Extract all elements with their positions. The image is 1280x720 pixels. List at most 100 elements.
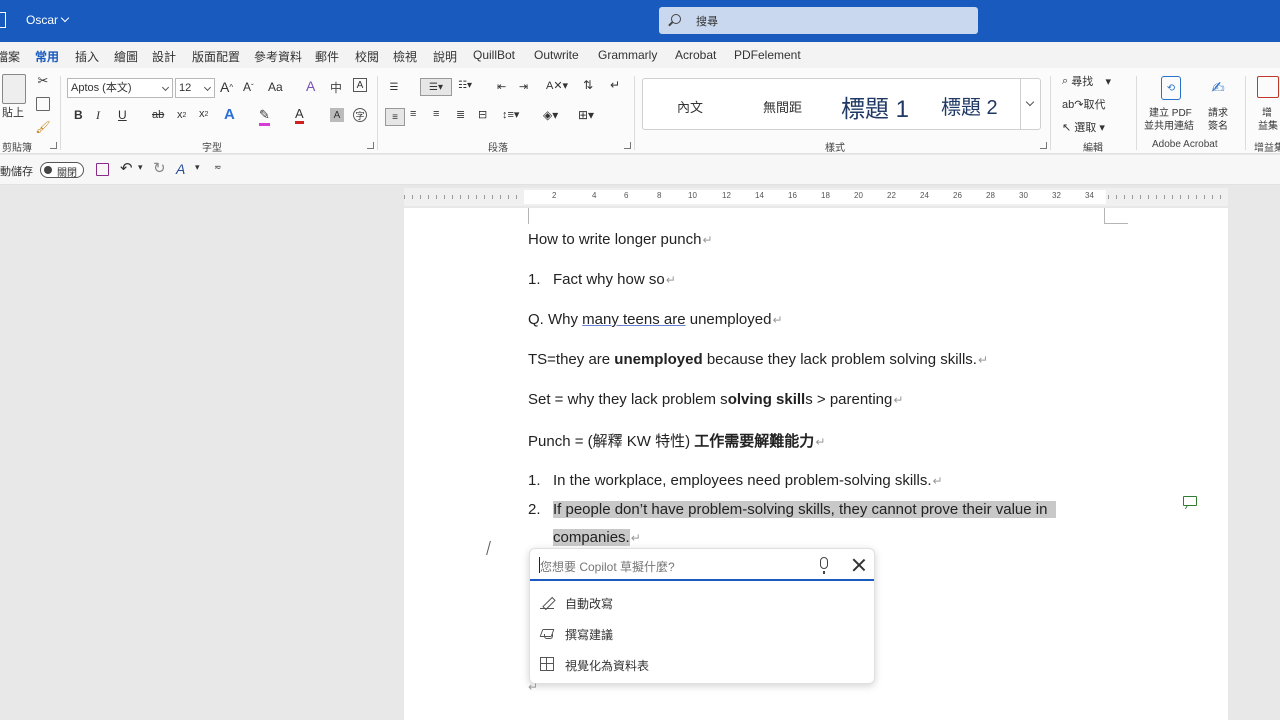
copilot-option-writing-suggestions[interactable]: 撰寫建議 [530,618,874,648]
doc-list-item[interactable]: Fact why how so↵ [553,271,676,288]
styles-more-button[interactable] [1020,79,1040,129]
align-right-icon[interactable]: ≡ [433,108,439,120]
editor-dropdown-icon[interactable]: ▾ [195,162,200,173]
clear-formatting-icon[interactable]: A [306,78,315,94]
font-color-icon[interactable]: A [295,106,304,124]
grow-font-icon[interactable]: A ^ [220,79,233,95]
redo-icon[interactable]: ↻ [153,159,166,177]
align-left-icon[interactable]: ≡ [385,108,405,126]
underline-icon[interactable]: U [118,108,127,122]
tab-references[interactable]: 參考資料 [254,48,302,65]
styles-launcher-icon[interactable] [1040,142,1047,149]
tab-file[interactable]: 檔案 [0,48,20,65]
tab-quillbot[interactable]: QuillBot [473,48,515,62]
distributed-icon[interactable]: ⊟ [478,108,487,121]
tab-review[interactable]: 校閱 [355,48,379,65]
tab-grammarly[interactable]: Grammarly [598,48,657,62]
close-icon[interactable] [852,558,866,572]
show-paragraph-marks-icon[interactable]: ↵ [610,78,620,92]
doc-question[interactable]: Q. Why many teens are unemployed↵ [528,311,783,328]
decrease-indent-icon[interactable]: ⇤ [497,80,506,93]
doc-list-item[interactable]: In the workplace, employees need problem… [553,472,943,489]
tab-layout[interactable]: 版面配置 [192,48,240,65]
select-button[interactable]: ↖ 選取 ▾ [1062,119,1105,135]
increase-indent-icon[interactable]: ⇥ [519,80,528,93]
request-signature-icon[interactable]: ✍ [1205,76,1231,100]
app-menu-icon[interactable] [0,12,6,28]
character-shading-icon[interactable]: A [330,108,344,122]
style-no-spacing[interactable]: 無間距 [763,97,802,116]
save-icon[interactable] [96,163,109,176]
italic-icon[interactable]: I [96,108,100,123]
paste-button-label[interactable]: 貼上 [2,104,24,120]
microphone-icon[interactable] [820,557,828,574]
doc-heading[interactable]: How to write longer punch↵ [528,231,713,248]
paste-icon[interactable] [2,74,26,104]
enclose-characters-icon[interactable]: 字 [353,108,367,122]
align-center-icon[interactable]: ≡ [410,108,416,120]
tab-mailings[interactable]: 郵件 [315,48,339,65]
replace-button[interactable]: ab↷ 取代 [1062,96,1105,112]
add-ins-label-2[interactable]: 益集 [1258,117,1278,132]
copilot-option-auto-rewrite[interactable]: 自動改寫 [530,587,874,617]
comment-icon[interactable] [1183,496,1197,506]
undo-icon[interactable]: ↶ [120,159,133,177]
doc-punch[interactable]: Punch = (解釋 KW 特性) 工作需要解難能力↵ [528,430,825,451]
find-button[interactable]: ⌕ 尋找 ▾ [1062,73,1111,89]
font-name-dropdown[interactable]: Aptos (本文) [67,78,173,98]
tab-pdfelement[interactable]: PDFelement [734,48,801,62]
tab-design[interactable]: 設計 [152,48,176,65]
undo-dropdown-icon[interactable]: ▾ [138,162,143,173]
tab-acrobat[interactable]: Acrobat [675,48,716,62]
doc-list-item-selected-cont[interactable]: companies.↵ [553,529,641,546]
tab-outwrite[interactable]: Outwrite [534,48,579,62]
sort-icon[interactable]: ⇅ [583,78,593,92]
create-pdf-icon[interactable]: ⟲ [1161,76,1181,100]
font-size-dropdown[interactable]: 12 [175,78,215,98]
create-pdf-label-2[interactable]: 並共用連結 [1144,117,1194,132]
multilevel-list-icon[interactable]: ☷▾ [458,80,472,91]
shading-icon[interactable]: ◈▾ [543,108,558,122]
font-launcher-icon[interactable] [367,142,374,149]
tab-view[interactable]: 檢視 [393,48,417,65]
justify-icon[interactable]: ≣ [456,108,465,121]
paragraph-launcher-icon[interactable] [624,142,631,149]
add-ins-icon[interactable] [1257,76,1279,98]
search-box[interactable]: 搜尋 [659,7,978,34]
horizontal-ruler[interactable]: 2 4 6 8 10 12 14 16 18 20 22 24 26 28 30… [404,188,1228,206]
editor-icon[interactable]: A [176,161,185,177]
borders-icon[interactable]: ⊞▾ [578,108,594,122]
cut-icon[interactable]: ✂ [36,73,50,88]
highlight-color-icon[interactable]: ✎ [259,107,270,126]
line-spacing-icon[interactable]: ↕≡▾ [502,108,519,121]
character-border-icon[interactable]: A [353,78,367,92]
strikethrough-icon[interactable]: ab [152,109,164,121]
change-case-icon[interactable]: Aa [268,80,283,94]
bold-icon[interactable]: B [74,108,83,122]
copilot-prompt-input[interactable]: 您想要 Copilot 草擬什麼? [530,549,874,581]
numbering-icon[interactable]: ☰▾ [420,78,452,96]
tab-draw[interactable]: 繪圖 [114,48,138,65]
customize-qat-icon[interactable]: ≂ [214,162,222,173]
tab-home[interactable]: 常用 [35,48,60,70]
doc-list-item-selected[interactable]: If people don’t have problem-solving ski… [553,501,1056,518]
style-heading-2[interactable]: 標題 2 [941,91,998,120]
style-heading-1[interactable]: 標題 1 [841,89,909,124]
bullets-icon[interactable]: ☰ [387,80,401,94]
user-account-button[interactable]: Oscar [26,13,70,27]
tab-insert[interactable]: 插入 [75,48,99,65]
asian-layout-icon[interactable]: A✕▾ [546,79,568,92]
doc-set[interactable]: Set = why they lack problem solving skil… [528,391,903,408]
superscript-icon[interactable]: x2 [199,108,208,120]
copy-icon[interactable] [36,97,50,111]
subscript-icon[interactable]: x2 [177,109,186,121]
shrink-font-icon[interactable]: Aˇ [243,80,254,94]
clipboard-launcher-icon[interactable] [50,142,57,149]
phonetic-guide-icon[interactable]: 中 [330,79,342,96]
format-painter-icon[interactable]: 🖌 [35,120,50,134]
request-sign-label-2[interactable]: 簽名 [1208,117,1228,132]
doc-topic-sentence[interactable]: TS=they are unemployed because they lack… [528,351,988,368]
tab-help[interactable]: 說明 [433,48,457,65]
copilot-option-visualize-table[interactable]: 視覺化為資料表 [530,649,874,679]
autosave-toggle[interactable]: 關閉 [40,162,84,179]
